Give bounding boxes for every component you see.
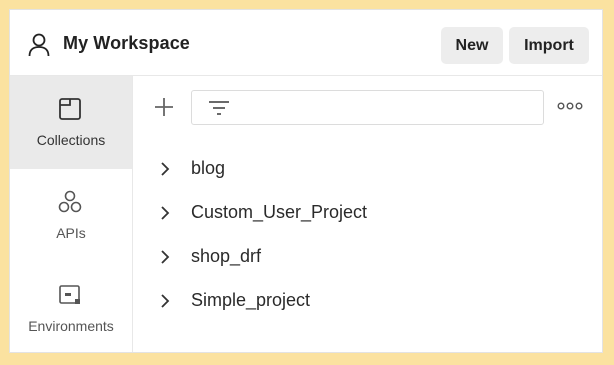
import-button[interactable]: Import	[509, 27, 589, 64]
sidebar-item-label: Environments	[28, 318, 114, 334]
collection-row-shop-drf[interactable]: shop_drf	[133, 237, 602, 277]
plus-icon[interactable]	[153, 96, 175, 118]
filter-field[interactable]	[191, 90, 544, 126]
workspace-panel: My Workspace New Import Collections APIs	[9, 9, 603, 353]
more-horizontal-icon[interactable]	[557, 100, 583, 112]
sidebar-item-apis[interactable]: APIs	[10, 169, 132, 262]
chevron-right-icon[interactable]	[158, 205, 172, 221]
collection-name: shop_drf	[191, 246, 262, 266]
collection-name: blog	[191, 158, 226, 178]
collection-icon	[59, 98, 81, 120]
environment-icon	[59, 285, 80, 304]
workspace-header: My Workspace New Import	[10, 10, 602, 76]
sidebar-item-collections[interactable]: Collections	[10, 76, 132, 169]
new-button[interactable]: New	[441, 27, 503, 64]
collection-row-blog[interactable]: blog	[133, 149, 602, 189]
apis-icon	[58, 190, 82, 213]
workspace-title: My Workspace	[63, 33, 190, 53]
collections-pane: blog Custom_User_Project shop_drf Simple…	[133, 76, 602, 352]
chevron-right-icon[interactable]	[158, 293, 172, 309]
chevron-right-icon[interactable]	[158, 249, 172, 265]
collection-row-simple-project[interactable]: Simple_project	[133, 281, 602, 321]
person-icon	[28, 33, 50, 57]
chevron-right-icon[interactable]	[158, 161, 172, 177]
collection-row-custom-user-project[interactable]: Custom_User_Project	[133, 193, 602, 233]
collection-name: Simple_project	[191, 290, 311, 310]
sidebar-item-environments[interactable]: Environments	[10, 262, 132, 352]
filter-icon	[209, 101, 229, 115]
sidebar: Collections APIs Environments	[10, 76, 133, 352]
sidebar-item-label: Collections	[36, 132, 106, 148]
collection-name: Custom_User_Project	[191, 202, 368, 222]
sidebar-item-label: APIs	[56, 225, 86, 241]
filter-input[interactable]	[238, 91, 542, 126]
